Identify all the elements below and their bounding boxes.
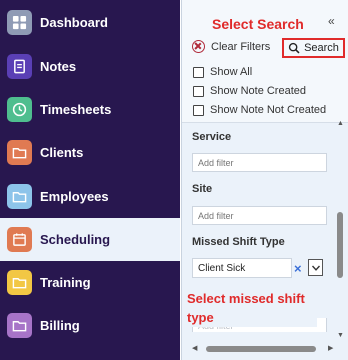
folder-icon xyxy=(7,184,32,209)
sidebar-item-label: Notes xyxy=(40,59,77,74)
clear-filters-button[interactable]: Clear Filters xyxy=(192,40,270,53)
scroll-right-icon[interactable]: ▶ xyxy=(328,344,333,352)
sidebar-item-training[interactable]: Training xyxy=(0,261,180,304)
search-button-label: Search xyxy=(304,42,339,54)
select-value: Client Sick xyxy=(198,263,246,274)
scroll-left-icon[interactable]: ◀ xyxy=(192,344,197,352)
scroll-up-icon[interactable]: ▲ xyxy=(337,120,344,127)
chevron-down-icon xyxy=(311,265,320,271)
missed-shift-type-select[interactable]: Client Sick xyxy=(192,258,292,278)
sidebar-item-label: Dashboard xyxy=(40,15,108,30)
filter-panel: « Select Search Clear Filters Search Sho… xyxy=(181,0,348,360)
vertical-scroll-thumb[interactable] xyxy=(337,212,343,278)
site-label: Site xyxy=(192,183,213,195)
sidebar-item-timesheets[interactable]: Timesheets xyxy=(0,88,180,131)
sidebar-item-scheduling[interactable]: Scheduling xyxy=(0,218,180,261)
clock-icon xyxy=(7,97,32,122)
sidebar-item-label: Scheduling xyxy=(40,232,111,247)
sidebar-item-label: Employees xyxy=(40,189,109,204)
divider xyxy=(182,122,348,123)
sidebar-item-notes[interactable]: Notes xyxy=(0,45,180,88)
clear-filters-label: Clear Filters xyxy=(211,40,271,53)
sidebar: Dashboard Notes Timesheets Clients Emplo… xyxy=(0,0,180,360)
sidebar-item-label: Clients xyxy=(40,145,84,160)
sidebar-item-clients[interactable]: Clients xyxy=(0,131,180,174)
clear-selection-icon[interactable]: × xyxy=(294,261,302,276)
search-button[interactable]: Search xyxy=(282,38,345,58)
notes-icon xyxy=(7,54,32,79)
show-all-checkbox[interactable]: Show All xyxy=(193,66,252,78)
sidebar-item-label: Training xyxy=(40,275,91,290)
checkbox-box[interactable] xyxy=(193,85,204,97)
service-filter-input[interactable] xyxy=(192,153,327,172)
sidebar-item-employees[interactable]: Employees xyxy=(0,175,180,218)
calendar-icon xyxy=(7,227,32,252)
folder-icon xyxy=(7,140,32,165)
checkbox-label: Show Note Not Created xyxy=(210,104,327,116)
vertical-scrollbar[interactable]: ▲ ▼ xyxy=(335,120,345,342)
scroll-down-icon[interactable]: ▼ xyxy=(337,332,344,339)
clear-circle-icon xyxy=(192,40,205,53)
checkbox-box[interactable] xyxy=(193,66,204,78)
site-filter-input[interactable] xyxy=(192,206,327,225)
folder-icon xyxy=(7,270,32,295)
folder-icon xyxy=(7,313,32,338)
dropdown-toggle[interactable] xyxy=(308,259,323,276)
show-note-not-created-checkbox[interactable]: Show Note Not Created xyxy=(193,104,326,116)
collapse-panel-button[interactable]: « xyxy=(328,14,335,28)
missed-shift-callout: Select missed shift type xyxy=(187,289,317,327)
checkbox-label: Show Note Created xyxy=(210,85,306,97)
horizontal-scroll-thumb[interactable] xyxy=(206,346,316,352)
search-icon xyxy=(288,42,300,54)
checkbox-box[interactable] xyxy=(193,104,204,116)
dashboard-icon xyxy=(7,10,32,35)
show-note-created-checkbox[interactable]: Show Note Created xyxy=(193,85,306,97)
sidebar-item-dashboard[interactable]: Dashboard xyxy=(0,1,180,44)
sidebar-item-label: Billing xyxy=(40,318,80,333)
missed-shift-type-label: Missed Shift Type xyxy=(192,236,285,248)
sidebar-item-billing[interactable]: Billing xyxy=(0,304,180,347)
select-search-callout: Select Search xyxy=(212,16,304,32)
checkbox-label: Show All xyxy=(210,66,253,78)
sidebar-item-label: Timesheets xyxy=(40,102,112,117)
horizontal-scrollbar[interactable]: ◀ ▶ xyxy=(192,343,337,355)
service-label: Service xyxy=(192,131,232,143)
